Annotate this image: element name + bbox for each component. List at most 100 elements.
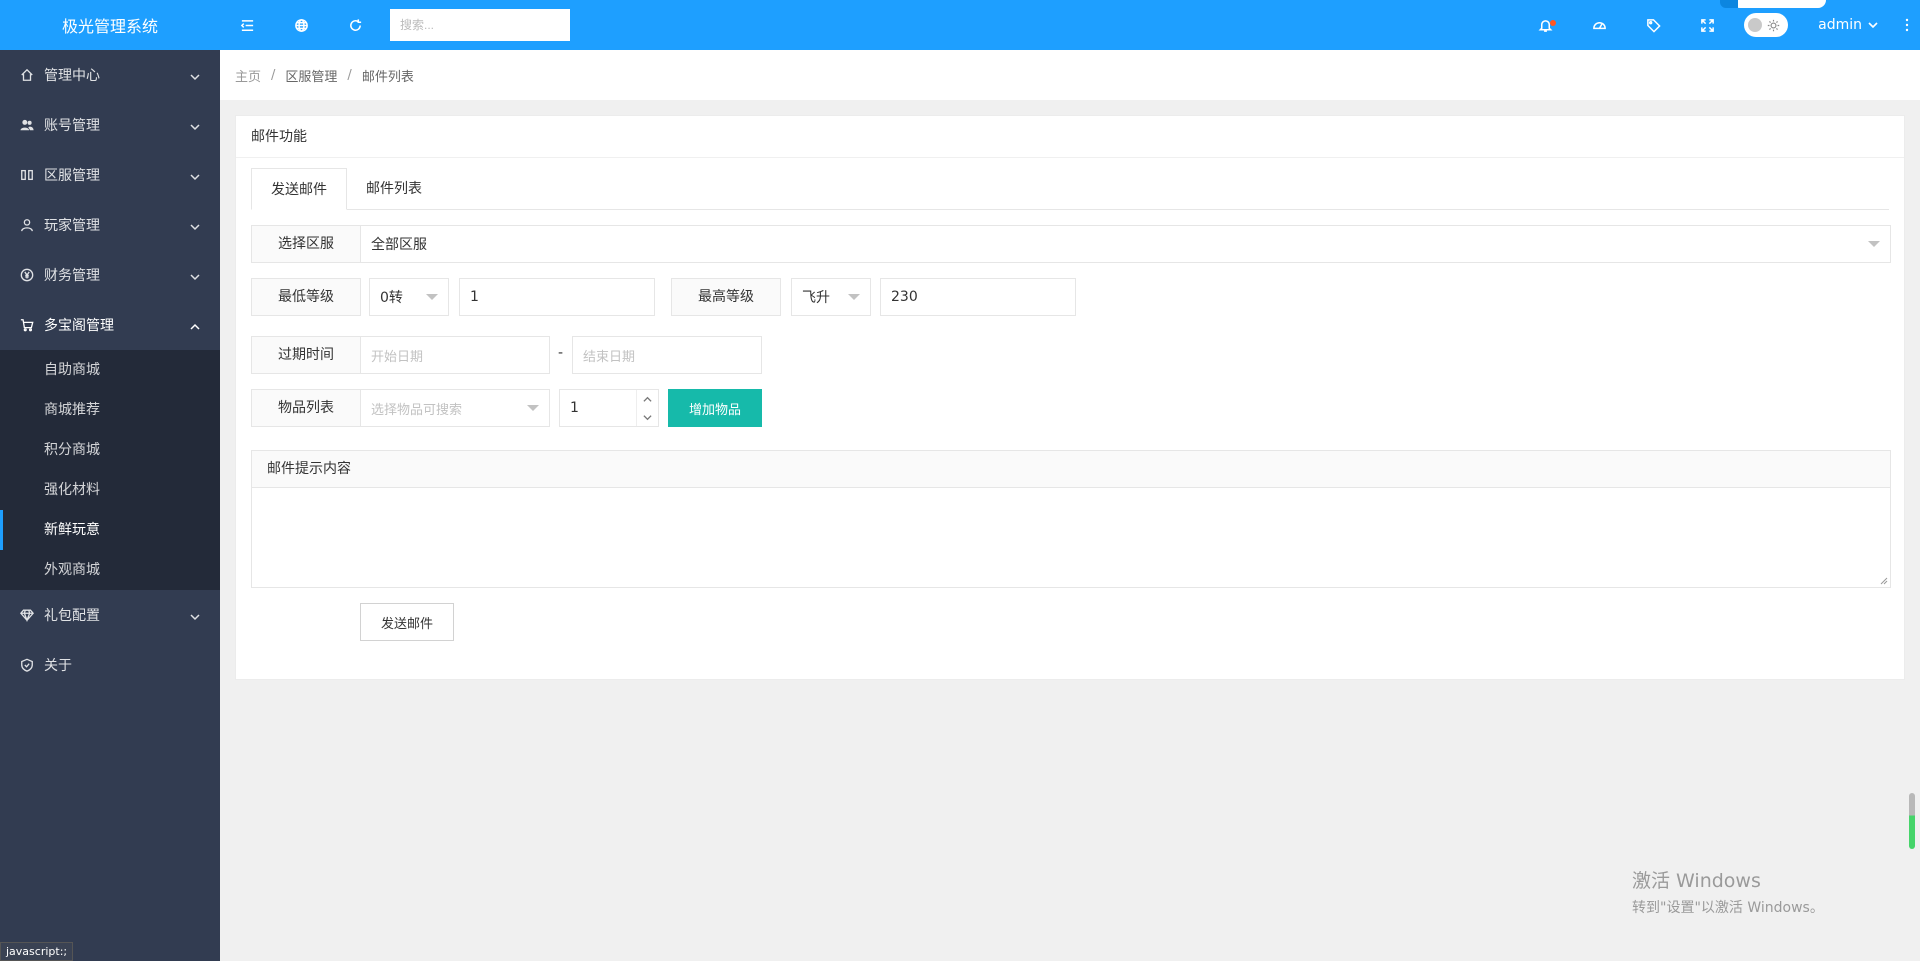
- add-item-button[interactable]: 增加物品: [668, 389, 762, 427]
- status-bar-tooltip: javascript:;: [0, 942, 74, 961]
- mail-content-block: 邮件提示内容: [251, 450, 1891, 588]
- tab-send-mail[interactable]: 发送邮件: [251, 168, 347, 210]
- chevron-down-icon: [190, 610, 200, 621]
- submenu-item-novelties[interactable]: 新鲜玩意: [0, 510, 220, 550]
- start-date-placeholder: 开始日期: [371, 349, 424, 365]
- mail-content-label: 邮件提示内容: [252, 451, 1890, 488]
- theme-palette-button[interactable]: [1572, 0, 1626, 50]
- chevron-up-icon: [190, 320, 200, 330]
- dashboard-icon: [1592, 21, 1606, 29]
- search-input[interactable]: [390, 9, 570, 41]
- chevron-down-icon: [190, 270, 200, 281]
- stepper-arrows: [636, 390, 658, 426]
- user-menu[interactable]: admin: [1802, 17, 1894, 33]
- cart-icon: [20, 318, 34, 332]
- app-logo-title[interactable]: 极光管理系统: [0, 0, 220, 50]
- tag-button[interactable]: [1626, 0, 1680, 50]
- menu-toggle-button[interactable]: [220, 0, 274, 50]
- expire-label: 过期时间: [251, 336, 361, 374]
- max-rebirth-select[interactable]: 飞升: [791, 278, 871, 316]
- refresh-button[interactable]: [328, 0, 382, 50]
- sidebar-item-label: 账号管理: [44, 118, 100, 134]
- windows-activation-watermark: 激活 Windows 转到"设置"以激活 Windows。: [1632, 866, 1824, 917]
- stepper-down-icon[interactable]: [637, 408, 658, 426]
- min-rebirth-select[interactable]: 0转: [369, 278, 449, 316]
- user-icon: [20, 218, 34, 232]
- sidebar: 极光管理系统 管理中心 账号管理 区服管理 玩家管理 财务管理 多宝阁管理 自助…: [0, 0, 220, 961]
- submenu-item-points-mall[interactable]: 积分商城: [0, 430, 220, 470]
- globe-icon: [294, 18, 308, 32]
- watermark-line-2: 转到"设置"以激活 Windows。: [1632, 900, 1824, 916]
- top-header: admin: [220, 0, 1920, 50]
- items-label: 物品列表: [251, 389, 361, 427]
- fullscreen-button[interactable]: [1680, 0, 1734, 50]
- submenu-item-mall-recommend[interactable]: 商城推荐: [0, 390, 220, 430]
- item-select[interactable]: 选择物品可搜索: [360, 389, 550, 427]
- sidebar-item-accounts[interactable]: 账号管理: [0, 100, 220, 150]
- sidebar-item-servers[interactable]: 区服管理: [0, 150, 220, 200]
- more-vertical-icon: [1905, 18, 1909, 32]
- mail-content-textarea[interactable]: [252, 488, 1890, 587]
- sidebar-item-label: 玩家管理: [44, 218, 100, 234]
- breadcrumb: 主页 / 区服管理 / 邮件列表: [220, 50, 1920, 100]
- username: admin: [1818, 17, 1862, 33]
- breadcrumb-separator: /: [271, 67, 276, 83]
- breadcrumb-separator: /: [347, 67, 352, 83]
- submenu-item-appearance-mall[interactable]: 外观商城: [0, 550, 220, 590]
- send-mail-button[interactable]: 发送邮件: [360, 603, 454, 641]
- globe-button[interactable]: [274, 0, 328, 50]
- sidebar-item-about[interactable]: 关于: [0, 640, 220, 690]
- toggle-knob: [1748, 18, 1763, 32]
- start-date-input[interactable]: 开始日期: [360, 336, 550, 374]
- caret-down-icon: [848, 294, 860, 300]
- resize-grip-icon[interactable]: [1880, 577, 1888, 585]
- mail-function-card: 邮件功能 发送邮件 邮件列表 选择区服 全部区服 最低等级 0转 1 最高等级 …: [235, 115, 1905, 680]
- notification-button[interactable]: [1518, 0, 1572, 50]
- sidebar-item-gift-config[interactable]: 礼包配置: [0, 590, 220, 640]
- stepper-up-icon[interactable]: [637, 390, 658, 408]
- menu-fold-icon: [240, 19, 253, 31]
- max-level-value: 230: [891, 289, 918, 305]
- sidebar-item-treasure-store[interactable]: 多宝阁管理: [0, 300, 220, 350]
- breadcrumb-home[interactable]: 主页: [235, 66, 261, 85]
- caret-down-icon: [1868, 241, 1880, 247]
- min-level-input[interactable]: 1: [459, 278, 655, 316]
- sidebar-item-label: 财务管理: [44, 268, 100, 284]
- caret-down-icon: [527, 405, 539, 411]
- quantity-stepper[interactable]: 1: [559, 389, 659, 427]
- chevron-down-icon: [190, 70, 200, 81]
- max-level-label: 最高等级: [671, 278, 781, 316]
- tag-icon: [1646, 18, 1661, 33]
- dark-mode-toggle[interactable]: [1744, 13, 1789, 37]
- tab-mail-list[interactable]: 邮件列表: [347, 168, 441, 210]
- sidebar-item-label: 管理中心: [44, 68, 100, 84]
- submenu-item-enhance-material[interactable]: 强化材料: [0, 470, 220, 510]
- server-select[interactable]: 全部区服: [360, 225, 1891, 263]
- sidebar-item-management-center[interactable]: 管理中心: [0, 50, 220, 100]
- home-icon: [20, 68, 34, 82]
- diamond-icon: [20, 608, 34, 622]
- end-date-input[interactable]: 结束日期: [572, 336, 762, 374]
- refresh-icon: [349, 18, 361, 31]
- shield-check-icon: [20, 658, 34, 672]
- header-right-tools: admin: [1518, 0, 1920, 50]
- side-scroll-indicator: [1909, 793, 1915, 849]
- min-level-value: 1: [470, 289, 479, 305]
- submenu-item-self-service-mall[interactable]: 自助商城: [0, 350, 220, 390]
- columns-icon: [20, 168, 34, 182]
- chevron-down-icon: [1868, 22, 1878, 29]
- max-level-input[interactable]: 230: [880, 278, 1076, 316]
- sidebar-item-finance[interactable]: 财务管理: [0, 250, 220, 300]
- sidebar-item-label: 多宝阁管理: [44, 318, 114, 334]
- sidebar-item-label: 关于: [44, 658, 72, 674]
- breadcrumb-current: 邮件列表: [361, 69, 414, 85]
- users-icon: [20, 118, 34, 132]
- sidebar-item-players[interactable]: 玩家管理: [0, 200, 220, 250]
- sun-icon: [1766, 18, 1780, 32]
- chevron-down-icon: [190, 170, 200, 181]
- submenu-treasure-store: 自助商城 商城推荐 积分商城 强化材料 新鲜玩意 外观商城: [0, 350, 220, 590]
- server-label: 选择区服: [251, 225, 361, 263]
- more-menu-button[interactable]: [1894, 18, 1920, 32]
- breadcrumb-section[interactable]: 区服管理: [285, 66, 337, 85]
- max-rebirth-value: 飞升: [802, 290, 830, 306]
